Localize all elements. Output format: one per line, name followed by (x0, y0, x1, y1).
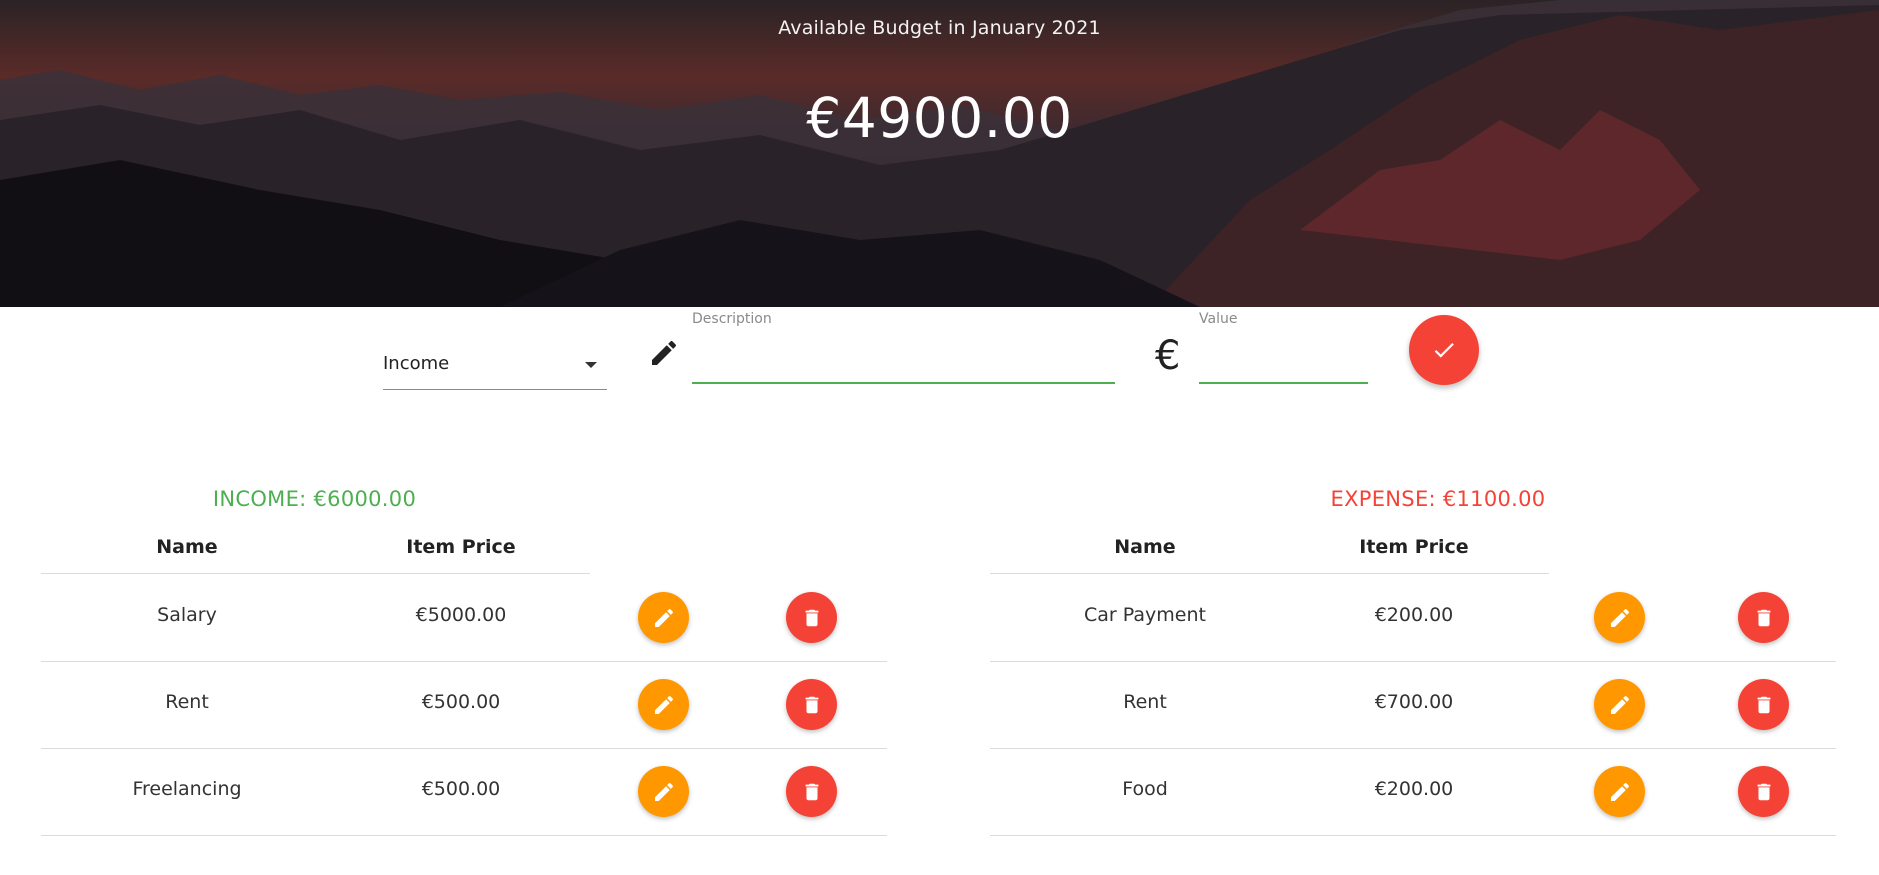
income-row: Salary €5000.00 (41, 575, 887, 662)
item-name: Car Payment (1084, 604, 1206, 626)
income-total: INCOME: €6000.00 (212, 487, 417, 511)
item-price: €5000.00 (415, 604, 507, 626)
edit-button[interactable] (1594, 679, 1645, 730)
column-header-item-price: Item Price (406, 536, 516, 558)
expense-row: Rent €700.00 (990, 662, 1836, 749)
trash-icon (1757, 609, 1770, 626)
item-price: €500.00 (421, 691, 501, 713)
delete-button[interactable] (1738, 766, 1789, 817)
item-name: Freelancing (132, 778, 242, 800)
item-name: Rent (1123, 691, 1167, 713)
add-item-form: Income Description € Value (0, 307, 1879, 417)
item-name: Salary (157, 604, 217, 626)
description-input[interactable] (692, 344, 1115, 384)
edit-button[interactable] (638, 766, 689, 817)
income-table-header: Name Item Price (41, 532, 590, 574)
expense-row: Food €200.00 (990, 749, 1836, 836)
expense-table-header: Name Item Price (990, 532, 1549, 574)
check-icon (1434, 343, 1454, 358)
trash-icon (1757, 783, 1770, 800)
expense-total: EXPENSE: €1100.00 (1330, 487, 1546, 511)
income-row: Freelancing €500.00 (41, 749, 887, 836)
description-label: Description (692, 311, 772, 327)
caret-down-icon (585, 362, 597, 368)
pencil-icon (1610, 695, 1629, 714)
pencil-icon (652, 340, 677, 365)
item-price: €200.00 (1374, 778, 1454, 800)
description-field: Description (692, 307, 1115, 384)
available-budget-amount: €4900.00 (806, 86, 1073, 150)
pencil-icon (654, 782, 673, 801)
pencil-icon (654, 608, 673, 627)
delete-button[interactable] (786, 679, 837, 730)
item-price: €200.00 (1374, 604, 1454, 626)
delete-button[interactable] (786, 766, 837, 817)
delete-button[interactable] (1738, 679, 1789, 730)
edit-button[interactable] (1594, 592, 1645, 643)
trash-icon (805, 783, 818, 800)
submit-button[interactable] (1409, 315, 1479, 385)
income-row: Rent €500.00 (41, 662, 887, 749)
item-name: Food (1122, 778, 1168, 800)
expense-row: Car Payment €200.00 (990, 575, 1836, 662)
edit-button[interactable] (638, 592, 689, 643)
trash-icon (1757, 696, 1770, 713)
type-select-value: Income (383, 353, 450, 374)
column-header-name: Name (156, 536, 218, 558)
euro-icon: € (1155, 333, 1181, 379)
delete-button[interactable] (786, 592, 837, 643)
item-name: Rent (165, 691, 209, 713)
delete-button[interactable] (1738, 592, 1789, 643)
type-select[interactable]: Income (383, 343, 607, 390)
column-header-name: Name (1114, 536, 1176, 558)
column-header-item-price: Item Price (1359, 536, 1469, 558)
value-input[interactable] (1199, 344, 1368, 384)
header-banner: Available Budget in January 2021 €4900.0… (0, 0, 1879, 307)
edit-button[interactable] (1594, 766, 1645, 817)
pencil-icon (654, 695, 673, 714)
pencil-icon (1610, 608, 1629, 627)
item-price: €700.00 (1374, 691, 1454, 713)
budget-period-label: Available Budget in January 2021 (778, 17, 1101, 39)
pencil-icon (1610, 782, 1629, 801)
trash-icon (805, 609, 818, 626)
edit-button[interactable] (638, 679, 689, 730)
trash-icon (805, 696, 818, 713)
value-label: Value (1199, 311, 1238, 327)
value-field: Value (1199, 307, 1368, 384)
mountain-background (0, 0, 1879, 307)
item-price: €500.00 (421, 778, 501, 800)
